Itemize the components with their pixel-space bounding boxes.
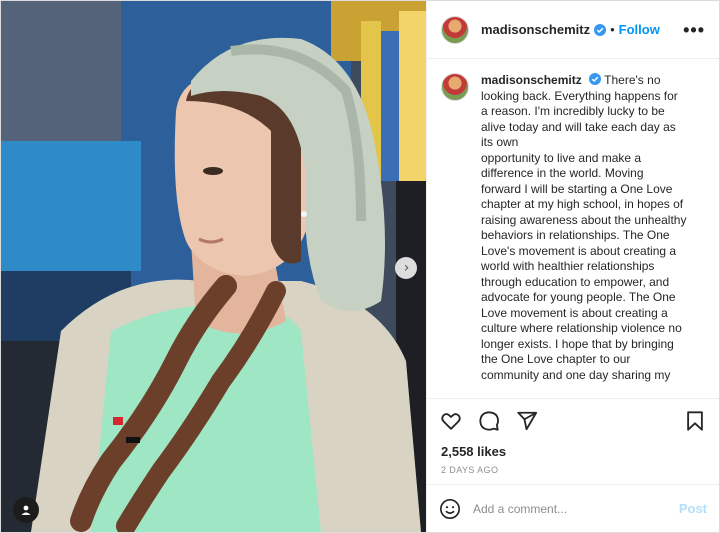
chevron-right-icon: › [403, 260, 410, 276]
post-date[interactable]: 2 DAYS AGO [427, 459, 719, 475]
comment-button[interactable] [477, 409, 501, 433]
post-header: madisonschemitz • Follow ••• [427, 1, 719, 59]
smiley-icon[interactable] [439, 498, 461, 520]
caption-text: madisonschemitz There's no looking back.… [481, 73, 701, 398]
user-tags-button[interactable] [13, 497, 39, 523]
share-button[interactable] [515, 409, 539, 433]
comment-input[interactable] [473, 501, 679, 516]
caption-line: difference in the world. Moving [481, 166, 644, 180]
like-button[interactable] [439, 409, 463, 433]
action-bar [427, 398, 719, 442]
verified-badge-icon [589, 73, 602, 85]
caption-line: community and one day sharing my [481, 367, 671, 382]
user-tag-icon [21, 505, 31, 515]
comment-bar: Post [427, 484, 719, 532]
heart-icon [441, 412, 461, 430]
save-button[interactable] [683, 409, 707, 433]
caption-line: forward I will be starting a One Love [481, 181, 673, 196]
instagram-post-modal: › madisonschemitz • Follow ••• madisonsc… [0, 0, 720, 533]
post-media[interactable]: › [1, 1, 426, 532]
comment-icon [479, 410, 499, 431]
caption-line: behaviors in relationships. The One [481, 228, 670, 242]
separator-dot: • [610, 22, 615, 37]
more-options-button[interactable]: ••• [683, 21, 705, 39]
caption-line: raising awareness about the unhealthy [481, 212, 687, 227]
caption-line: world with healthier relationships [481, 259, 655, 273]
caption-line: longer exists. I hope that by bringing [481, 336, 674, 351]
likes-count[interactable]: 2,558 likes [427, 442, 719, 459]
caption-avatar[interactable] [441, 73, 469, 101]
caption-line: looking back. Everything happens for [481, 88, 678, 103]
post-comment-button[interactable]: Post [679, 501, 707, 516]
caption-line: chapter at my high school, in hopes of [481, 197, 684, 211]
caption-line: culture where relationship violence no [481, 321, 682, 335]
caption-line: advocate for young people. The One [481, 290, 676, 304]
follow-button[interactable]: Follow [619, 22, 660, 37]
bookmark-icon [687, 410, 703, 431]
caption-line: the One Love chapter to our [481, 352, 631, 366]
author-username[interactable]: madisonschemitz [481, 22, 590, 37]
verified-badge-icon [594, 23, 607, 36]
paper-plane-icon [517, 411, 538, 430]
avatar[interactable] [441, 15, 469, 44]
post-photo [1, 1, 426, 532]
caption-username[interactable]: madisonschemitz [481, 73, 582, 87]
caption-line: There's no [604, 73, 661, 87]
caption-line: Love movement is about creating a [481, 305, 668, 320]
caption-line: its own [481, 135, 519, 149]
caption-line: opportunity to live and make a [481, 150, 642, 165]
caption-line: Love's movement is about creating a [481, 243, 677, 258]
post-side-panel: madisonschemitz • Follow ••• madisonsche… [426, 1, 719, 532]
caption-line: through education to empower, and [481, 274, 670, 289]
caption-section: madisonschemitz There's no looking back.… [427, 59, 719, 398]
carousel-next-button[interactable]: › [395, 257, 417, 279]
caption-line: alive today and will take each day as [481, 119, 676, 134]
caption-line: a reason. I'm incredibly lucky to be [481, 104, 665, 118]
